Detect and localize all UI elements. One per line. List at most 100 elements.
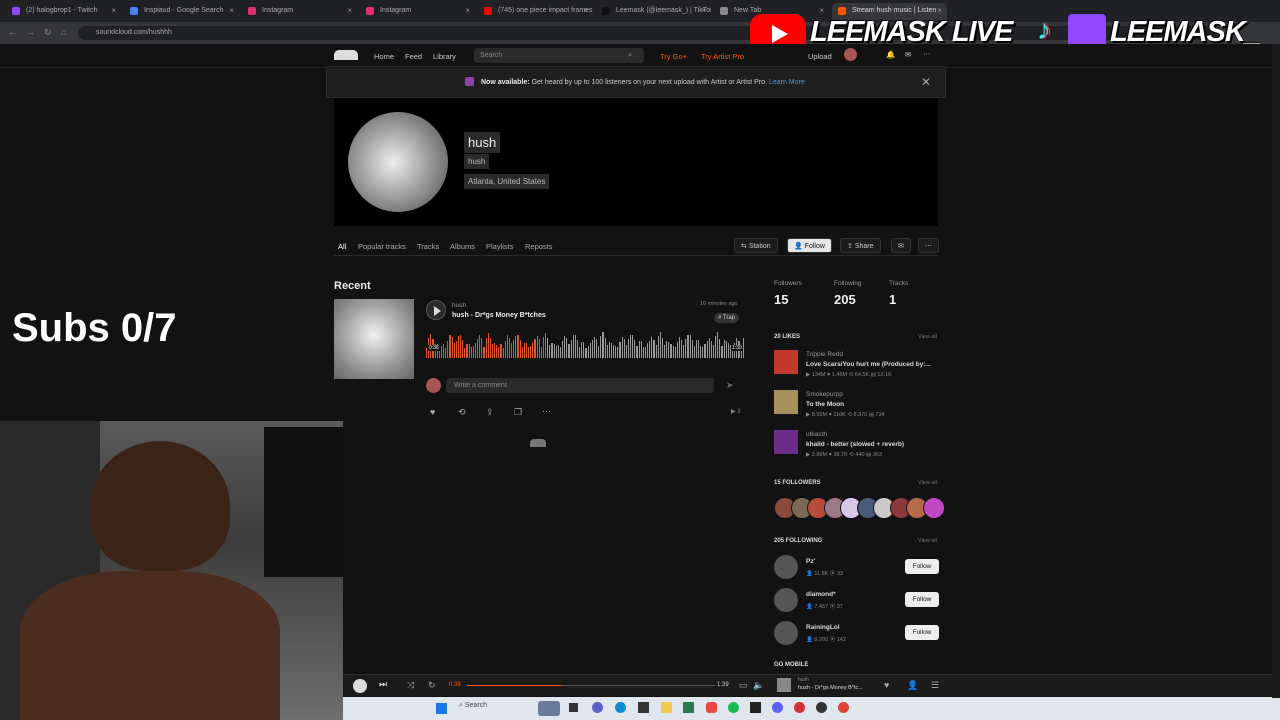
share-icon[interactable]: ⇪ bbox=[486, 407, 494, 418]
tab-albums[interactable]: Albums bbox=[450, 242, 475, 251]
home-icon[interactable]: ⌂ bbox=[61, 27, 66, 37]
tab-popular-tracks[interactable]: Popular tracks bbox=[358, 242, 406, 251]
following-name[interactable]: Pz' bbox=[806, 558, 815, 565]
repeat-icon[interactable]: ↻ bbox=[428, 680, 436, 691]
discord-icon[interactable] bbox=[772, 702, 783, 713]
following-count[interactable]: 205 bbox=[834, 292, 856, 307]
liked-track-title[interactable]: To the Moon bbox=[806, 401, 844, 408]
search-icon[interactable]: ⌕ bbox=[628, 50, 632, 60]
following-heading[interactable]: 205 FOLLOWING bbox=[774, 538, 822, 544]
followers-heading[interactable]: 15 FOLLOWERS bbox=[774, 480, 821, 486]
track-tag[interactable]: # Trap bbox=[714, 313, 740, 323]
notifications-icon[interactable]: 🔔 bbox=[886, 50, 895, 59]
edge-icon[interactable] bbox=[615, 702, 626, 713]
tracks-count[interactable]: 1 bbox=[889, 292, 896, 307]
comment-input[interactable]: Write a comment bbox=[446, 378, 714, 393]
queue-icon[interactable]: ▭ bbox=[739, 680, 748, 691]
try-artist-pro-link[interactable]: Try Artist Pro bbox=[701, 52, 744, 61]
track-play-button[interactable] bbox=[426, 300, 446, 320]
player-progress-track[interactable] bbox=[467, 685, 715, 686]
browser-tab[interactable]: Inspiaud - Google Search × bbox=[124, 3, 239, 20]
following-follow-button[interactable]: Follow bbox=[905, 559, 939, 574]
following-avatar[interactable] bbox=[774, 621, 798, 645]
explorer-icon[interactable] bbox=[661, 702, 672, 713]
tab-playlists[interactable]: Playlists bbox=[486, 242, 514, 251]
browser-tab[interactable]: Instagram × bbox=[360, 3, 475, 20]
player-follow-icon[interactable]: 👤 bbox=[907, 680, 918, 691]
like-icon[interactable]: ♥ bbox=[430, 407, 435, 417]
liked-track-title[interactable]: Love Scars/You hurt me (Produced by:... bbox=[806, 361, 931, 368]
track-title[interactable]: hush - Dr*gs Money B*tches bbox=[452, 312, 546, 319]
next-icon[interactable]: ⏭ bbox=[379, 679, 387, 690]
nav-library[interactable]: Library bbox=[433, 52, 456, 61]
browser-tab[interactable]: Leemask (@leemask_) | TikTok × bbox=[596, 3, 711, 20]
more-icon[interactable]: ⋯ bbox=[923, 49, 931, 58]
message-button[interactable]: ✉ bbox=[891, 238, 911, 253]
close-icon[interactable]: × bbox=[347, 6, 352, 15]
excel-icon[interactable] bbox=[683, 702, 694, 713]
user-avatar[interactable] bbox=[844, 48, 857, 61]
taskbar-search[interactable]: ⌕ Search bbox=[459, 702, 487, 710]
more-icon[interactable]: ⋯ bbox=[542, 406, 551, 417]
player-artist[interactable]: hush bbox=[798, 677, 809, 683]
followers-count[interactable]: 15 bbox=[774, 292, 788, 307]
share-button[interactable]: ⇪ Share bbox=[840, 238, 881, 253]
following-follow-button[interactable]: Follow bbox=[905, 625, 939, 640]
close-icon[interactable]: × bbox=[583, 6, 588, 15]
followers-label[interactable]: Followers bbox=[774, 280, 802, 287]
likes-heading[interactable]: 20 LIKES bbox=[774, 334, 800, 340]
player-title[interactable]: hush - Dr*gs Money B*tc... bbox=[798, 685, 863, 691]
messages-icon[interactable]: ✉ bbox=[905, 50, 911, 59]
browser-tab[interactable]: Instagram × bbox=[242, 3, 357, 20]
following-label[interactable]: Following bbox=[834, 280, 861, 287]
back-icon[interactable]: ← bbox=[8, 27, 17, 37]
tab-all[interactable]: All bbox=[338, 242, 347, 256]
brave-icon[interactable] bbox=[706, 702, 717, 713]
close-icon[interactable]: × bbox=[465, 6, 470, 15]
copy-link-icon[interactable]: ❐ bbox=[514, 407, 522, 418]
station-button[interactable]: ⇆ Station bbox=[734, 238, 778, 253]
liked-track-title[interactable]: khalid - better (slowed + reverb) bbox=[806, 441, 904, 448]
spotify-icon[interactable] bbox=[728, 702, 739, 713]
track-artwork[interactable] bbox=[334, 299, 414, 379]
following-view-all[interactable]: View all bbox=[918, 538, 937, 544]
followers-view-all[interactable]: View all bbox=[918, 480, 937, 486]
following-follow-button[interactable]: Follow bbox=[905, 592, 939, 607]
waveform[interactable] bbox=[426, 328, 744, 358]
tracks-label[interactable]: Tracks bbox=[889, 280, 908, 287]
chrome-icon[interactable] bbox=[838, 702, 849, 713]
likes-view-all[interactable]: View all bbox=[918, 334, 937, 340]
nav-feed[interactable]: Feed bbox=[405, 52, 422, 61]
following-name[interactable]: diamond* bbox=[806, 591, 836, 598]
teams-icon[interactable] bbox=[592, 702, 603, 713]
send-icon[interactable]: ➤ bbox=[726, 380, 734, 391]
epic-icon[interactable] bbox=[750, 702, 761, 713]
volume-icon[interactable]: 🔈 bbox=[753, 680, 764, 691]
player-artwork[interactable] bbox=[777, 678, 791, 692]
close-icon[interactable]: × bbox=[701, 6, 706, 15]
try-go-link[interactable]: Try Go+ bbox=[660, 52, 687, 61]
liked-track-artwork[interactable] bbox=[774, 350, 798, 374]
banner-learn-more-link[interactable]: Learn More bbox=[769, 79, 805, 86]
page-scrollbar[interactable] bbox=[1272, 44, 1280, 698]
tab-reposts[interactable]: Reposts bbox=[525, 242, 553, 251]
store-icon[interactable] bbox=[638, 702, 649, 713]
more-actions-button[interactable]: ⋯ bbox=[918, 238, 939, 253]
player-queue-icon[interactable]: ☰ bbox=[931, 680, 939, 691]
taskview-icon[interactable] bbox=[569, 703, 578, 712]
soundcloud-logo-icon[interactable] bbox=[334, 50, 358, 60]
tab-tracks[interactable]: Tracks bbox=[417, 242, 439, 251]
follow-button[interactable]: 👤 Follow bbox=[787, 238, 832, 253]
close-icon[interactable]: × bbox=[229, 6, 234, 15]
close-icon[interactable]: × bbox=[111, 6, 116, 15]
search-input[interactable]: Search bbox=[474, 48, 644, 63]
github-icon[interactable] bbox=[816, 702, 827, 713]
liked-track-artist[interactable]: Smokepurpp bbox=[806, 391, 843, 398]
start-icon[interactable] bbox=[436, 703, 447, 714]
liked-track-artwork[interactable] bbox=[774, 390, 798, 414]
browser-tab[interactable]: (2) halogbrop1 - Twitch × bbox=[6, 3, 121, 20]
upload-link[interactable]: Upload bbox=[808, 52, 832, 61]
following-avatar[interactable] bbox=[774, 588, 798, 612]
close-icon[interactable]: ✕ bbox=[921, 75, 931, 89]
player-like-icon[interactable]: ♥ bbox=[884, 680, 889, 690]
